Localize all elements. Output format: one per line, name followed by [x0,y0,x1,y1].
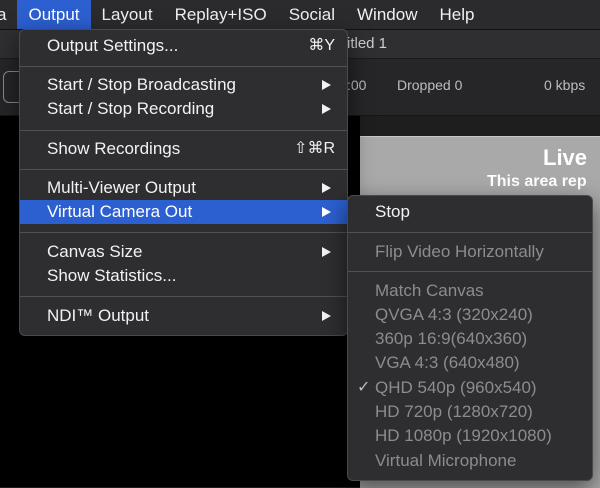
menu-item-output-settings[interactable]: Output Settings... ⌘Y [20,34,347,58]
virtual-microphone-label: Virtual Microphone [375,451,517,470]
submenu-item-vga: VGA 4:3 (640x480) [348,351,592,375]
output-settings-shortcut: ⌘Y [308,37,335,54]
submenu-arrow-icon [322,104,331,114]
broadcasting-label: Start / Stop Broadcasting [47,75,236,94]
menu-separator [20,130,347,131]
submenu-item-360p: 360p 16:9(640x360) [348,327,592,351]
canvas-size-label: Canvas Size [47,242,143,261]
submenu-arrow-icon [322,183,331,193]
recording-label: Start / Stop Recording [47,99,215,118]
show-recordings-shortcut: ⇧⌘R [294,140,335,157]
window-title: itled 1 [347,35,388,52]
menu-separator [20,169,347,170]
show-recordings-label: Show Recordings [47,139,181,158]
menu-item-ndi-output[interactable]: NDI™ Output [20,304,347,328]
submenu-item-match-canvas: Match Canvas [348,279,592,303]
menu-item-multi-viewer-output[interactable]: Multi-Viewer Output [20,176,347,200]
bitrate-readout: 0 kbps [544,77,586,93]
hd1080-label: HD 1080p (1920x1080) [375,426,552,445]
menu-separator [348,232,592,233]
submenu-item-qhd: ✓ QHD 540p (960x540) [348,376,592,400]
menu-item-canvas-size[interactable]: Canvas Size [20,240,347,264]
submenu-item-hd720: HD 720p (1280x720) [348,400,592,424]
submenu-item-flip-video: Flip Video Horizontally [348,240,592,264]
submenu-item-stop[interactable]: Stop [348,200,592,224]
virtual-camera-submenu: Stop Flip Video Horizontally Match Canva… [347,195,593,481]
menu-social[interactable]: Social [278,0,346,29]
preview-area-text: This area rep [487,173,587,190]
p360-label: 360p 16:9(640x360) [375,329,528,348]
menu-window[interactable]: Window [346,0,428,29]
output-settings-label: Output Settings... [47,36,179,55]
qvga-label: QVGA 4:3 (320x240) [375,305,533,324]
submenu-arrow-icon [322,311,331,321]
menu-replay-iso[interactable]: Replay+ISO [164,0,278,29]
multi-viewer-label: Multi-Viewer Output [47,178,196,197]
menu-separator [20,66,347,67]
live-label: Live [543,145,588,170]
menu-item-start-stop-recording[interactable]: Start / Stop Recording [20,97,347,121]
menu-bar: a Output Layout Replay+ISO Social Window… [0,0,600,30]
submenu-item-hd1080: HD 1080p (1920x1080) [348,424,592,448]
menu-help[interactable]: Help [428,0,485,29]
menu-separator [20,232,347,233]
time-readout: :00 [347,77,367,93]
menu-item-show-recordings[interactable]: Show Recordings ⇧⌘R [20,137,347,161]
output-menu: Output Settings... ⌘Y Start / Stop Broad… [19,29,348,336]
menu-output[interactable]: Output [17,0,91,29]
submenu-arrow-icon [322,207,331,217]
submenu-item-qvga: QVGA 4:3 (320x240) [348,303,592,327]
flip-video-label: Flip Video Horizontally [375,242,544,261]
show-statistics-label: Show Statistics... [47,266,177,285]
stop-label: Stop [375,202,410,221]
menu-layout[interactable]: Layout [91,0,164,29]
submenu-arrow-icon [322,80,331,90]
checkmark-icon: ✓ [357,379,371,396]
submenu-item-virtual-microphone: Virtual Microphone [348,449,592,473]
menu-app-partial[interactable]: a [0,0,17,29]
hd720-label: HD 720p (1280x720) [375,402,533,421]
virtual-camera-label: Virtual Camera Out [47,202,193,221]
menu-item-virtual-camera-out[interactable]: Virtual Camera Out [20,200,347,224]
submenu-arrow-icon [322,247,331,257]
menu-separator [20,296,347,297]
menu-separator [348,271,592,272]
menu-item-start-stop-broadcasting[interactable]: Start / Stop Broadcasting [20,73,347,97]
dropped-frames: Dropped 0 [397,77,463,93]
vga-label: VGA 4:3 (640x480) [375,353,520,372]
menu-item-show-statistics[interactable]: Show Statistics... [20,264,347,288]
ndi-output-label: NDI™ Output [47,306,150,325]
match-canvas-label: Match Canvas [375,281,484,300]
qhd-label: QHD 540p (960x540) [375,378,537,397]
